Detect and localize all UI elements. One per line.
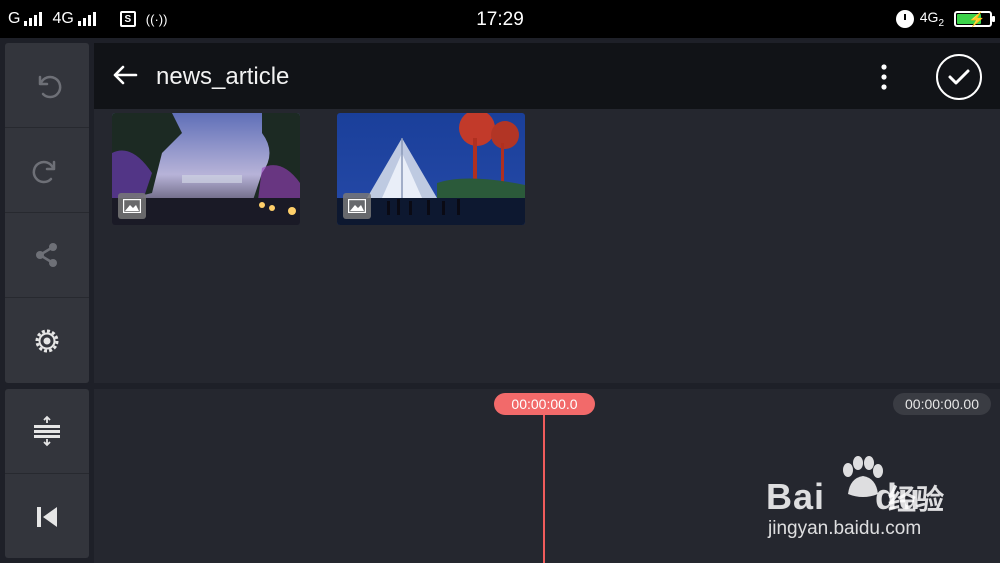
status-right: 4G2 ⚡ — [895, 0, 995, 38]
redo-icon — [32, 160, 56, 184]
page-title: news_article — [156, 63, 290, 90]
playhead[interactable] — [543, 407, 545, 563]
confirm-button[interactable] — [936, 54, 982, 100]
media-grid — [94, 109, 1000, 383]
total-time-badge: 00:00:00.00 — [893, 393, 991, 415]
current-time-badge: 00:00:00.0 — [494, 393, 595, 415]
alarm-icon — [895, 10, 914, 28]
watermark-cn: 经验 — [888, 484, 945, 515]
image-type-icon — [118, 193, 146, 219]
share-button[interactable] — [5, 213, 89, 298]
status-bar: G 4G S ((·)) 17:29 4G2 ⚡ — [0, 0, 1000, 38]
settings-button[interactable] — [5, 298, 89, 383]
watermark: Bai du 经验 jingyan.baidu.com — [766, 456, 986, 546]
redo-button[interactable] — [5, 128, 89, 213]
media-thumbnail[interactable] — [337, 113, 525, 225]
image-type-icon — [343, 193, 371, 219]
split-adjust-icon — [34, 415, 60, 447]
undo-icon — [38, 75, 62, 99]
media-thumbnail[interactable] — [112, 113, 300, 225]
more-options-icon[interactable] — [874, 63, 894, 91]
settings-icon — [35, 329, 59, 352]
battery-icon: ⚡ — [954, 11, 995, 27]
app-header: news_article — [94, 43, 1000, 109]
undo-button[interactable] — [5, 43, 89, 128]
timeline-toolbar — [5, 389, 89, 558]
checkmark-icon — [948, 69, 970, 85]
network-right-label: 4G2 — [919, 9, 944, 29]
split-adjust-button[interactable] — [5, 389, 89, 474]
watermark-url: jingyan.baidu.com — [768, 518, 922, 539]
skip-to-start-icon — [37, 506, 57, 527]
back-arrow-icon[interactable] — [110, 60, 140, 90]
skip-to-start-button[interactable] — [5, 474, 89, 558]
status-time: 17:29 — [476, 9, 524, 30]
share-icon — [36, 243, 57, 267]
side-toolbar — [5, 43, 89, 383]
paw-logo-icon — [843, 456, 883, 497]
